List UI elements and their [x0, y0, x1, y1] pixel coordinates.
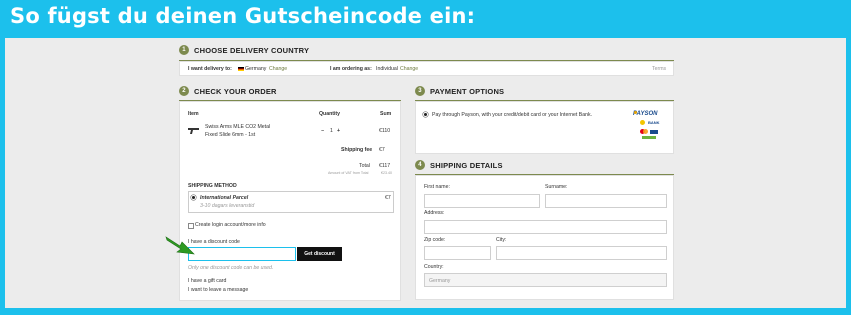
address-label: Address:	[424, 210, 445, 216]
payson-badge	[640, 120, 645, 125]
product-sum: €110	[379, 128, 391, 134]
screenshot-frame: So fügst du deinen Gutscheincode ein: 1 …	[0, 0, 851, 315]
qty-minus-button[interactable]: −	[321, 128, 324, 134]
flag-germany-icon	[238, 67, 244, 71]
shipping-fee-value: €7	[379, 147, 385, 153]
shipping-fee-label: Shipping fee	[341, 147, 373, 153]
total-value: €117	[379, 163, 391, 169]
col-sum-header: Sum	[380, 111, 392, 117]
gift-card-link[interactable]: I have a gift card	[188, 278, 226, 284]
address-input[interactable]	[424, 220, 667, 234]
method-name: International Parcel	[200, 195, 249, 201]
checkbox-icon[interactable]	[188, 223, 194, 229]
method-days: 3-10 dagars leveranstid	[200, 203, 255, 209]
shipping-details-heading: 4 SHIPPING DETAILS	[415, 160, 503, 170]
ordering-as-label: I am ordering as:	[330, 66, 372, 72]
method-price: €7	[385, 195, 391, 201]
payment-panel: Pay through Payson, with your credit/deb…	[415, 101, 674, 154]
shipping-details-panel: First name: Surname: Address: Zip code: …	[415, 175, 674, 300]
country-value: Germany	[429, 277, 451, 284]
payment-section-heading: 3 PAYMENT OPTIONS	[415, 86, 504, 96]
card-visa	[650, 130, 658, 134]
payment-heading-text: PAYMENT OPTIONS	[430, 86, 505, 96]
payment-option-text[interactable]: Pay through Payson, with your credit/deb…	[432, 112, 592, 118]
product-name-line2: Fixed Slide 6mm - 1st	[205, 132, 256, 138]
payson-bank-label: BANK	[648, 120, 660, 125]
order-panel: Item Quantity Sum Swiss Arms MLE CO2 Met…	[179, 101, 401, 301]
qty-value[interactable]: 1	[330, 128, 333, 134]
order-heading-text: CHECK YOUR ORDER	[194, 86, 277, 96]
card-bar	[642, 136, 656, 139]
discount-code-input[interactable]	[188, 247, 296, 261]
zip-label: Zip code:	[424, 237, 446, 243]
city-label: City:	[496, 237, 507, 243]
payson-logo-icon: PAYSON BANK	[631, 110, 665, 142]
qty-plus-button[interactable]: +	[337, 128, 340, 134]
delivery-heading-text: CHOOSE DELIVERY COUNTRY	[194, 45, 310, 55]
terms-link[interactable]: Terms	[652, 66, 666, 72]
surname-label: Surname:	[545, 184, 568, 190]
country-select[interactable]: Germany	[424, 273, 667, 287]
delivery-section-heading: 1 CHOOSE DELIVERY COUNTRY	[179, 45, 309, 55]
order-section-heading: 2 CHECK YOUR ORDER	[179, 86, 277, 96]
total-label: Total	[359, 163, 370, 169]
payson-coin	[634, 111, 637, 114]
payment-radio-icon[interactable]	[424, 113, 427, 116]
ordering-as-value: Individual	[376, 66, 398, 72]
card-dot-orange	[643, 129, 648, 134]
product-name-line1: Swiss Arms MLE CO2 Metal	[205, 124, 271, 130]
surname-input[interactable]	[545, 194, 667, 208]
leave-message-link[interactable]: I want to leave a message	[188, 287, 248, 293]
banner-title: So fügst du deinen Gutscheincode ein:	[10, 4, 476, 28]
radio-selected-icon[interactable]	[192, 196, 195, 199]
step-number-4: 4	[415, 160, 425, 170]
get-discount-button[interactable]: Get discount	[297, 247, 342, 261]
discount-note: Only one discount code can be used.	[188, 265, 274, 271]
step-number-3: 3	[415, 86, 425, 96]
first-name-label: First name:	[424, 184, 450, 190]
delivery-country: Germany	[245, 66, 267, 72]
change-ordering-link[interactable]: Change	[400, 66, 418, 72]
shipping-method-option[interactable]: International Parcel 3-10 dagars leveran…	[188, 191, 394, 213]
delivery-panel: I want delivery to: Germany Change I am …	[179, 61, 674, 76]
step-number-1: 1	[179, 45, 189, 55]
checkout-stage: 1 CHOOSE DELIVERY COUNTRY I want deliver…	[5, 38, 846, 308]
create-login-label[interactable]: Create login account/more info	[195, 222, 266, 228]
col-item-header: Item	[188, 111, 199, 117]
col-quantity-header: Quantity	[319, 111, 341, 117]
first-name-input[interactable]	[424, 194, 540, 208]
shipping-details-heading-text: SHIPPING DETAILS	[430, 160, 503, 170]
zip-input[interactable]	[424, 246, 491, 260]
country-label: Country:	[424, 264, 444, 270]
city-input[interactable]	[496, 246, 667, 260]
shipping-method-label: SHIPPING METHOD	[188, 183, 237, 189]
step-number-2: 2	[179, 86, 189, 96]
arrow-pointer-icon	[165, 236, 195, 255]
change-country-link[interactable]: Change	[269, 66, 287, 72]
vat-label: Amount of VAT from Total	[328, 171, 369, 175]
gun-thumbnail-icon	[188, 128, 199, 134]
deliver-to-label: I want delivery to:	[188, 66, 232, 72]
vat-value: €23.40	[381, 171, 392, 175]
